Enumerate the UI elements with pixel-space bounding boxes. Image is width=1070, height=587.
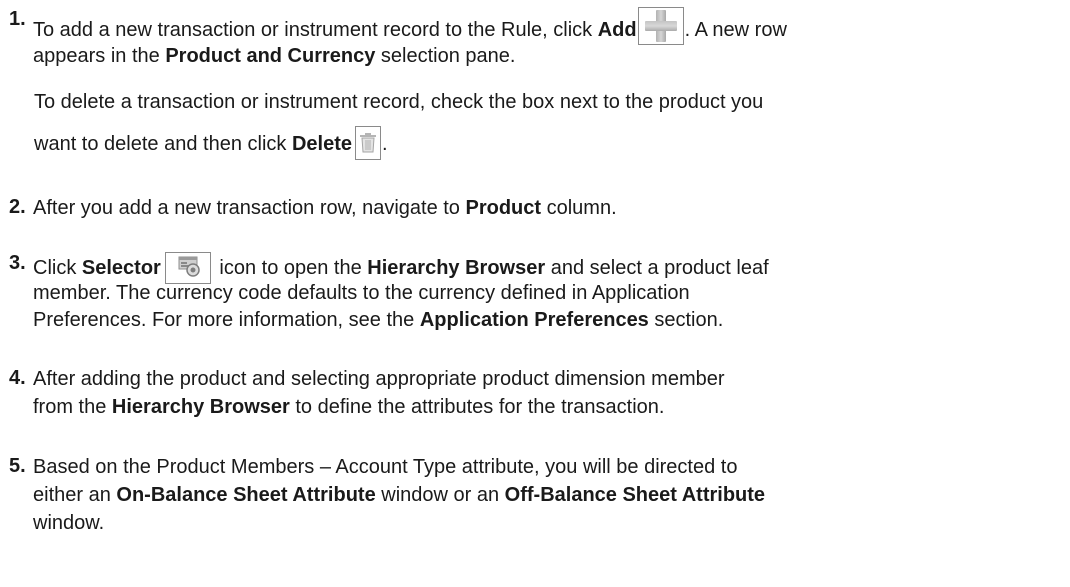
- on-balance-sheet-attribute-label: On-Balance Sheet Attribute: [116, 484, 376, 506]
- step-3-line-3: Preferences. For more information, see t…: [33, 309, 724, 331]
- delete-label: Delete: [291, 133, 352, 155]
- step-3-line-1: Click Selector icon to open the Hierarch…: [33, 250, 769, 284]
- step-4-line-2: from the Hierarchy Browser to define the…: [33, 396, 665, 418]
- step-number: 3.: [9, 252, 26, 274]
- application-preferences-label: Application Preferences: [419, 309, 649, 331]
- selector-label: Selector: [81, 257, 161, 279]
- step-1-delete-line-2: want to delete and then click Delete.: [34, 124, 388, 160]
- step-5-line-3: window.: [33, 512, 105, 534]
- product-label: Product: [465, 197, 542, 219]
- off-balance-sheet-attribute-label: Off-Balance Sheet Attribute: [504, 484, 766, 506]
- step-3-line-2: member. The currency code defaults to th…: [33, 282, 690, 304]
- step-number: 4.: [9, 367, 26, 389]
- instructions-document: 1. To add a new transaction or instrumen…: [0, 0, 1070, 587]
- step-number: 5.: [9, 455, 26, 477]
- product-and-currency-label: Product and Currency: [165, 45, 376, 67]
- step-1-line-1: To add a new transaction or instrument r…: [33, 6, 787, 45]
- step-4-line-1: After adding the product and selecting a…: [33, 368, 725, 390]
- plus-icon[interactable]: [637, 7, 684, 45]
- step-2-line-1: After you add a new transaction row, nav…: [33, 197, 617, 219]
- trash-icon[interactable]: [354, 126, 381, 160]
- step-1-delete-line-1: To delete a transaction or instrument re…: [34, 91, 764, 113]
- hierarchy-browser-label: Hierarchy Browser: [367, 257, 546, 279]
- step-1-line-2: appears in the Product and Currency sele…: [33, 45, 516, 67]
- step-5-line-1: Based on the Product Members – Account T…: [33, 456, 738, 478]
- add-label: Add: [597, 19, 637, 41]
- step-number: 1.: [9, 8, 26, 30]
- step-5-line-2: either an On-Balance Sheet Attribute win…: [33, 484, 766, 506]
- step-number: 2.: [9, 196, 26, 218]
- hierarchy-browser-label: Hierarchy Browser: [111, 396, 290, 418]
